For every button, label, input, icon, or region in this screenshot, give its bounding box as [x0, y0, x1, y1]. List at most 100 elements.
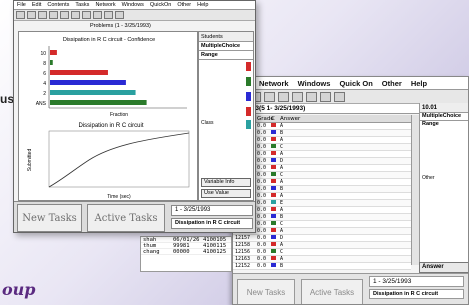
menu-item-file[interactable]: File [17, 2, 26, 8]
toolbar-button[interactable] [306, 92, 317, 102]
color-cell [271, 123, 280, 129]
toolbar-button[interactable] [60, 11, 69, 19]
color-swatch [271, 235, 276, 239]
table-row[interactable]: 121590.0A [233, 179, 411, 186]
answer-cell: C [280, 221, 284, 227]
answer-cell: C [280, 249, 284, 255]
menu-item-windows[interactable]: Windows [298, 79, 331, 88]
tab-new-tasks[interactable]: New Tasks [237, 279, 295, 304]
column-header[interactable]: C [271, 115, 280, 122]
color-cell [271, 186, 280, 192]
table-row[interactable]: 12157 0.0 D [233, 235, 411, 242]
grade-cell: 0.0 [257, 130, 267, 136]
menu-item-other[interactable]: Other [382, 79, 402, 88]
column-header[interactable]: Grade [257, 115, 274, 122]
partial-logo-text: oup [2, 280, 36, 299]
bar[interactable] [50, 90, 136, 95]
line-chart-y-label: Submitted [27, 149, 33, 172]
grade-cell: 0.0 [257, 263, 267, 269]
toolbar-button[interactable] [334, 92, 345, 102]
menu-item-quick-on[interactable]: Quick On [339, 79, 372, 88]
table-row[interactable]: 121530.0C [233, 221, 411, 228]
table-row[interactable]: 121610.0A [233, 207, 411, 214]
table-row[interactable]: 121530.0A [233, 165, 411, 172]
responses-table: GradeCAnswer 111620.0A121580.0B121590.0A… [233, 115, 411, 270]
toolbar-button[interactable] [278, 92, 289, 102]
date-field[interactable]: 1 - 3/25/1993 [171, 205, 253, 216]
answer-cell: A [280, 123, 284, 129]
color-swatch [271, 242, 276, 246]
table-row[interactable]: 12163 0.0 A [233, 256, 411, 263]
menu-item-quickon[interactable]: QuickOn [150, 2, 171, 8]
toolbar-button[interactable] [49, 11, 58, 19]
table-row[interactable]: 12156 0.0 C [233, 249, 411, 256]
toolbar-button[interactable] [264, 92, 275, 102]
vertical-scrollbar[interactable] [411, 115, 419, 265]
table-row[interactable]: 121620.0E [233, 200, 411, 207]
toolbar-button[interactable] [115, 11, 124, 19]
column-header[interactable]: Answer [280, 115, 300, 122]
toolbar [14, 10, 255, 21]
table-row[interactable]: 121580.0C [233, 172, 411, 179]
use-value-button[interactable]: Use Value [201, 189, 251, 198]
student-value: 06/01/26 [173, 237, 200, 243]
table-row[interactable]: 121580.0B [233, 130, 411, 137]
bar[interactable] [50, 100, 147, 105]
table-row[interactable]: 12158 0.0 A [233, 242, 411, 249]
table-row[interactable]: 12152 0.0 B [233, 263, 411, 270]
student-value: 99981 [173, 243, 190, 249]
table-row[interactable]: 121590.0A [233, 137, 411, 144]
toolbar-button[interactable] [82, 11, 91, 19]
table-header: Grade C Answer [233, 115, 411, 123]
student-id: 4100105 [203, 237, 227, 243]
menu-item-network[interactable]: Network [259, 79, 289, 88]
color-swatch [271, 130, 276, 134]
table-row[interactable]: 121540.0A [233, 228, 411, 235]
toolbar-button[interactable] [292, 92, 303, 102]
current-task-field[interactable]: Dissipation in R C circuit [171, 218, 253, 229]
table-row[interactable]: 121630.0D [233, 158, 411, 165]
answer-button[interactable]: Answer [419, 262, 468, 273]
toolbar-button[interactable] [104, 11, 113, 19]
student-id: 4100115 [203, 243, 227, 249]
color-swatch [271, 144, 276, 148]
menu-item-help[interactable]: Help [411, 79, 427, 88]
toolbar-button[interactable] [71, 11, 80, 19]
table-row[interactable]: 121590.0C [233, 144, 411, 151]
tab-active-tasks[interactable]: Active Tasks [301, 279, 363, 304]
table-row[interactable]: 111620.0A [233, 123, 411, 130]
menu-item-edit[interactable]: Edit [32, 2, 41, 8]
variable-info-button[interactable]: Variable Info [201, 178, 251, 187]
bar[interactable] [50, 60, 53, 65]
current-task-field[interactable]: Dissipation in R C circuit [369, 289, 464, 299]
menu-item-windows[interactable]: Windows [122, 2, 144, 8]
plot-area: Dissipation in R C circuit - Confidence … [18, 31, 198, 201]
toolbar-button[interactable] [320, 92, 331, 102]
table-row[interactable]: 121600.0A [233, 151, 411, 158]
tab-new-tasks[interactable]: New Tasks [17, 204, 82, 232]
student-id-cell: 12156 [235, 249, 251, 255]
menu-item-network[interactable]: Network [95, 2, 115, 8]
table-row[interactable]: 121570.0B [233, 186, 411, 193]
menu-item-help[interactable]: Help [197, 2, 208, 8]
color-cell [271, 221, 280, 227]
table-row[interactable]: 121600.0B [233, 214, 411, 221]
color-swatch [271, 207, 276, 211]
color-cell [271, 144, 280, 150]
toolbar-button[interactable] [16, 11, 25, 19]
date-field[interactable]: 1 - 3/25/1993 [369, 276, 464, 287]
list-item[interactable]: chang 00000 4100125 [141, 249, 231, 255]
menu-item-contents[interactable]: Contents [47, 2, 69, 8]
bar[interactable] [50, 70, 108, 75]
grade-cell: 0.0 [257, 214, 267, 220]
grade-cell: 0.0 [257, 186, 267, 192]
menu-item-tasks[interactable]: Tasks [75, 2, 89, 8]
bar[interactable] [50, 50, 57, 55]
tab-active-tasks[interactable]: Active Tasks [87, 204, 165, 232]
toolbar-button[interactable] [93, 11, 102, 19]
toolbar-button[interactable] [38, 11, 47, 19]
toolbar-button[interactable] [27, 11, 36, 19]
bar[interactable] [50, 80, 126, 85]
table-row[interactable]: 121550.0A [233, 193, 411, 200]
menu-item-other[interactable]: Other [177, 2, 191, 8]
